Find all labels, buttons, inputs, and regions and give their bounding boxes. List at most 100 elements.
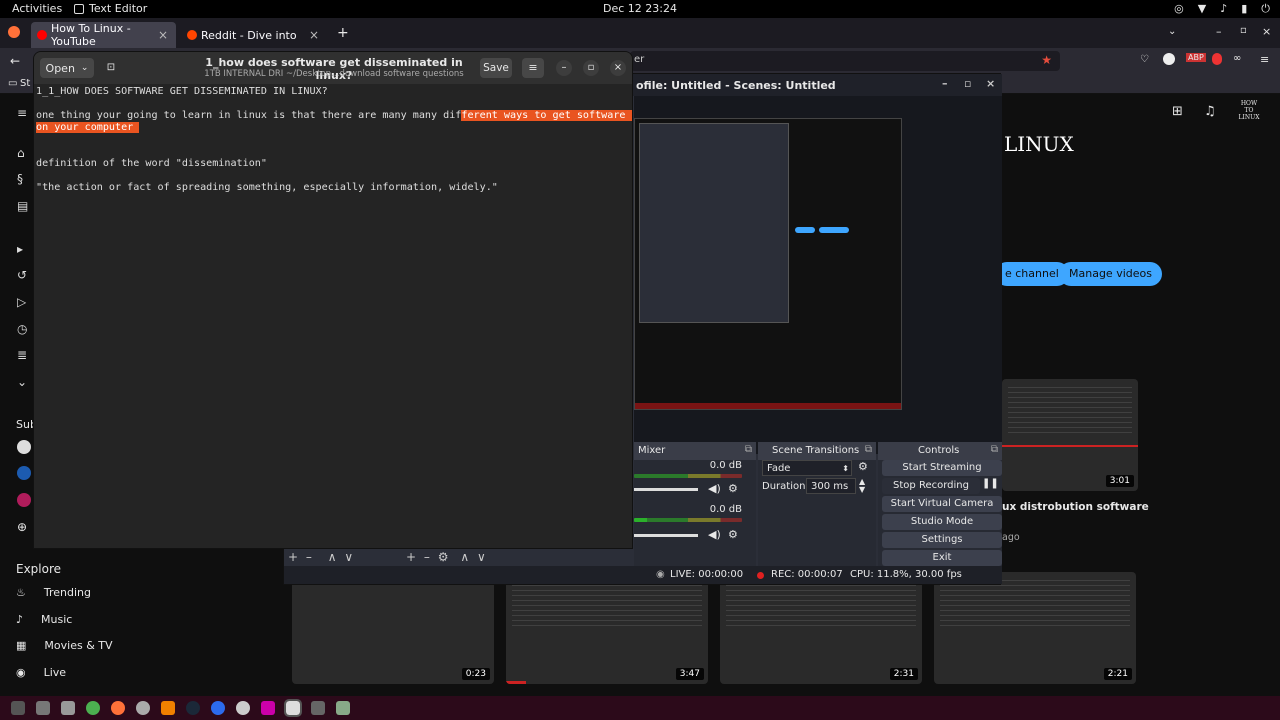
add-icon[interactable]: + [288, 550, 298, 564]
undock-icon[interactable]: ⧉ [865, 444, 872, 455]
home-icon[interactable]: ⌂ [17, 146, 31, 160]
text-editor-icon[interactable] [284, 699, 302, 717]
video-thumbnail[interactable]: 3:01 [1002, 379, 1138, 491]
move-down-icon[interactable]: ∨ [477, 550, 486, 564]
customize-channel-button[interactable]: e channel [995, 262, 1069, 286]
pause-recording-icon[interactable]: ❚❚ [982, 478, 999, 489]
tab-reddit[interactable]: Reddit - Dive into anythin × [181, 22, 327, 48]
app-menu[interactable]: Text Editor [74, 2, 147, 15]
history-icon[interactable]: ↺ [17, 268, 31, 282]
volume-icon[interactable]: ♪ [1220, 2, 1227, 16]
minimize-icon[interactable]: – [556, 60, 572, 76]
new-tab-button[interactable]: + [337, 25, 349, 41]
restore-icon[interactable]: ▫ [1240, 25, 1247, 36]
settings-icon[interactable] [136, 701, 150, 715]
video-thumbnail[interactable]: 3:47 [506, 572, 708, 684]
maximize-icon[interactable]: ▫ [964, 77, 971, 90]
obs-icon[interactable] [236, 701, 250, 715]
documents-icon[interactable] [61, 701, 75, 715]
calculator-icon[interactable] [311, 701, 325, 715]
bookmark-label[interactable]: St [20, 78, 30, 89]
sidebar-item-live[interactable]: ◉ Live [16, 666, 66, 679]
gear-icon[interactable]: ⚙ [728, 482, 738, 495]
ubuntu-icon[interactable]: ◎ [1174, 2, 1184, 16]
steam-icon[interactable] [186, 701, 200, 715]
text-editor-body[interactable]: 1_1_HOW DOES SOFTWARE GET DISSEMINATED I… [34, 84, 632, 548]
system-tray[interactable]: ◎ ▼ ♪ ▮ ⏻ [1174, 2, 1270, 16]
stop-recording-button[interactable]: Stop Recording [882, 478, 980, 494]
gear-icon[interactable]: ⚙ [728, 528, 738, 541]
obs-preview[interactable] [634, 96, 1002, 454]
notifications-icon[interactable]: ♫ [1204, 104, 1216, 119]
library-icon[interactable]: ▸ [17, 242, 31, 256]
settings-button[interactable]: Settings [882, 532, 1002, 548]
channel-avatar[interactable] [17, 493, 31, 507]
url-bar[interactable]: er ★ [630, 51, 1060, 71]
pocket-icon[interactable]: ♡ [1140, 54, 1149, 65]
tab-list-icon[interactable]: ⌄ [1168, 26, 1176, 37]
browse-channels-icon[interactable]: ⊕ [17, 520, 27, 534]
add-icon[interactable]: + [406, 550, 416, 564]
close-icon[interactable]: × [610, 60, 626, 76]
create-video-icon[interactable]: ⊞ [1172, 104, 1183, 119]
adblock-icon[interactable]: ABP [1186, 53, 1206, 62]
back-icon[interactable]: ← [10, 54, 20, 68]
close-tab-icon[interactable]: × [158, 28, 168, 42]
new-document-icon[interactable]: ⊡ [100, 58, 122, 78]
video-title[interactable]: ux distrobution software [1002, 501, 1149, 513]
exit-button[interactable]: Exit [882, 550, 1002, 566]
tab-youtube[interactable]: How To Linux - YouTube × [31, 22, 176, 48]
activities-button[interactable]: Activities [12, 2, 62, 15]
close-icon[interactable]: × [1262, 25, 1271, 38]
stepper-icon[interactable]: ▲ ▼ [859, 478, 865, 494]
playlist-icon[interactable]: ≣ [17, 348, 31, 362]
maximize-icon[interactable]: ▫ [583, 60, 599, 76]
duration-input[interactable]: 300 ms [806, 478, 856, 494]
sidebar-item-movies[interactable]: ▦ Movies & TV [16, 639, 113, 652]
video-thumbnail[interactable]: 0:23 [292, 572, 494, 684]
menu-icon[interactable]: ≡ [17, 106, 31, 120]
manage-videos-button[interactable]: Manage videos [1059, 262, 1162, 286]
mute-icon[interactable]: ◀) [708, 528, 721, 541]
close-tab-icon[interactable]: × [309, 28, 319, 42]
undock-icon[interactable]: ⧉ [745, 444, 752, 455]
notes-icon[interactable] [336, 701, 350, 715]
wifi-icon[interactable]: ▼ [1198, 2, 1206, 16]
menu-icon[interactable]: ≡ [1260, 53, 1269, 66]
clock[interactable]: Dec 12 23:24 [603, 2, 677, 15]
channel-avatar[interactable] [17, 440, 31, 454]
gear-icon[interactable]: ⚙ [438, 550, 449, 564]
account-avatar[interactable]: HOW TO LINUX [1236, 100, 1262, 122]
bookmark-folder-icon[interactable]: ▭ [8, 78, 17, 89]
video-thumbnail[interactable]: 2:21 [934, 572, 1136, 684]
your-videos-icon[interactable]: ▷ [17, 295, 31, 309]
record-extension-icon[interactable] [1212, 53, 1222, 65]
bookmark-star-icon[interactable]: ★ [1041, 53, 1052, 67]
studio-mode-button[interactable]: Studio Mode [882, 514, 1002, 530]
volume-slider[interactable] [634, 488, 698, 491]
open-button[interactable]: Open ⌄ [40, 58, 94, 78]
move-up-icon[interactable]: ∧ [328, 550, 337, 564]
power-icon[interactable]: ⏻ [1261, 2, 1270, 16]
close-icon[interactable]: × [986, 77, 995, 90]
move-up-icon[interactable]: ∧ [460, 550, 469, 564]
show-more-icon[interactable]: ⌄ [17, 375, 31, 389]
video-thumbnail[interactable]: 2:31 [720, 572, 922, 684]
chrome-icon[interactable] [86, 701, 100, 715]
sidebar-item-trending[interactable]: ♨ Trending [16, 586, 91, 599]
slack-icon[interactable] [261, 701, 275, 715]
shorts-icon[interactable]: § [17, 172, 31, 186]
volume-slider[interactable] [634, 534, 698, 537]
minimize-icon[interactable]: – [1216, 25, 1222, 38]
move-down-icon[interactable]: ∨ [344, 550, 353, 564]
files-icon[interactable] [36, 701, 50, 715]
transition-select[interactable]: Fade ⬍ [762, 460, 852, 476]
terminal-icon[interactable] [11, 701, 25, 715]
main-menu-icon[interactable]: ≡ [522, 58, 544, 78]
battery-icon[interactable]: ▮ [1241, 2, 1247, 16]
firefox-icon[interactable] [111, 701, 125, 715]
undock-icon[interactable]: ⧉ [991, 444, 998, 455]
vlc-icon[interactable] [161, 701, 175, 715]
mute-icon[interactable]: ◀) [708, 482, 721, 495]
save-button[interactable]: Save [480, 58, 512, 78]
